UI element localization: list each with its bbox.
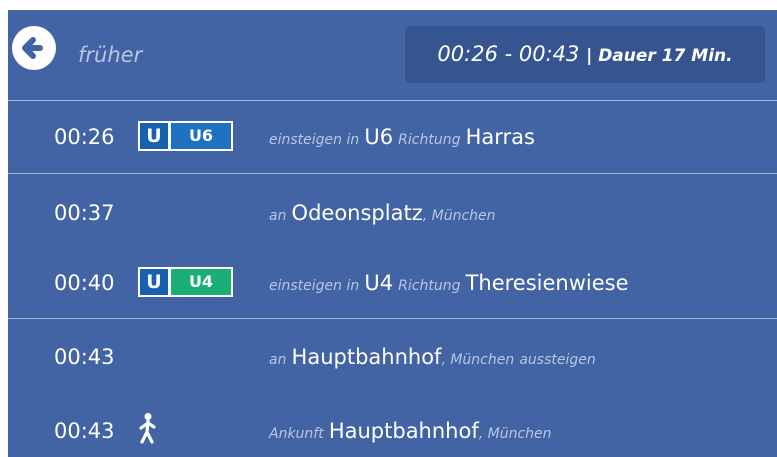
stop-row-odeonsplatz[interactable]: 00:37 an Odeonsplatz, München bbox=[8, 198, 777, 228]
action-label: einsteigen in bbox=[269, 278, 360, 294]
station-name: Hauptbahnhof bbox=[291, 345, 442, 369]
city-name: , München bbox=[422, 208, 496, 224]
ubahn-line-badge: U U6 bbox=[138, 121, 233, 151]
arrival-time: 00:37 bbox=[54, 201, 115, 225]
line-name: U6 bbox=[364, 125, 394, 149]
arrow-left-circle-icon bbox=[22, 37, 43, 59]
action-label: Ankunft bbox=[269, 426, 324, 442]
departure-time: 00:26 bbox=[54, 125, 115, 149]
ubahn-icon: U bbox=[140, 123, 168, 149]
connection-panel: früher 00:26 - 00:43 | Dauer 17 Min. 00:… bbox=[8, 10, 777, 457]
departure-time: 00:40 bbox=[54, 271, 115, 295]
earlier-link[interactable]: früher bbox=[78, 43, 142, 67]
connection-header: früher 00:26 - 00:43 | Dauer 17 Min. bbox=[8, 10, 777, 100]
divider bbox=[8, 173, 777, 174]
stop-row-hauptbahnhof[interactable]: 00:43 an Hauptbahnhof, München aussteige… bbox=[8, 342, 777, 372]
direction-name: Harras bbox=[465, 125, 535, 149]
leg-description: einsteigen in U6 Richtung Harras bbox=[269, 122, 535, 155]
ubahn-line-badge: U U4 bbox=[138, 267, 233, 297]
station-name: Odeonsplatz bbox=[291, 201, 423, 225]
arrival-time: 00:43 bbox=[54, 345, 115, 369]
leg-row-u6[interactable]: 00:26 U U6 einsteigen in U6 Richtung Har… bbox=[8, 121, 777, 155]
line-u4-badge: U4 bbox=[171, 269, 231, 295]
direction-label: Richtung bbox=[398, 278, 461, 294]
leg-description: einsteigen in U4 Richtung Theresienwiese bbox=[269, 268, 629, 301]
action-label: an bbox=[269, 208, 287, 224]
arrival-time: 00:43 bbox=[54, 419, 115, 443]
ubahn-icon: U bbox=[140, 269, 168, 295]
line-u6-badge: U6 bbox=[171, 123, 231, 149]
trip-summary: 00:26 - 00:43 | Dauer 17 Min. bbox=[405, 26, 765, 83]
station-name: Hauptbahnhof bbox=[328, 419, 479, 443]
direction-label: Richtung bbox=[398, 132, 461, 148]
exit-label: aussteigen bbox=[519, 352, 596, 368]
direction-name: Theresienwiese bbox=[465, 271, 629, 295]
walking-person-icon bbox=[139, 413, 156, 444]
trip-time: 00:26 - 00:43 bbox=[437, 42, 580, 66]
divider bbox=[8, 100, 777, 101]
stop-description: an Hauptbahnhof, München aussteigen bbox=[269, 342, 596, 375]
city-name: , München bbox=[441, 352, 515, 368]
trip-duration: | Dauer 17 Min. bbox=[586, 46, 733, 66]
stop-description: an Odeonsplatz, München bbox=[269, 198, 496, 231]
arrival-row[interactable]: 00:43 Ankunft Hauptbahnhof, München bbox=[8, 413, 777, 449]
line-name: U4 bbox=[364, 271, 394, 295]
back-button[interactable] bbox=[12, 26, 56, 70]
action-label: einsteigen in bbox=[269, 132, 360, 148]
leg-row-u4[interactable]: 00:40 U U4 einsteigen in U4 Richtung The… bbox=[8, 267, 777, 301]
action-label: an bbox=[269, 352, 287, 368]
divider bbox=[8, 318, 777, 319]
city-name: , München bbox=[478, 426, 552, 442]
arrival-description: Ankunft Hauptbahnhof, München bbox=[269, 416, 552, 449]
